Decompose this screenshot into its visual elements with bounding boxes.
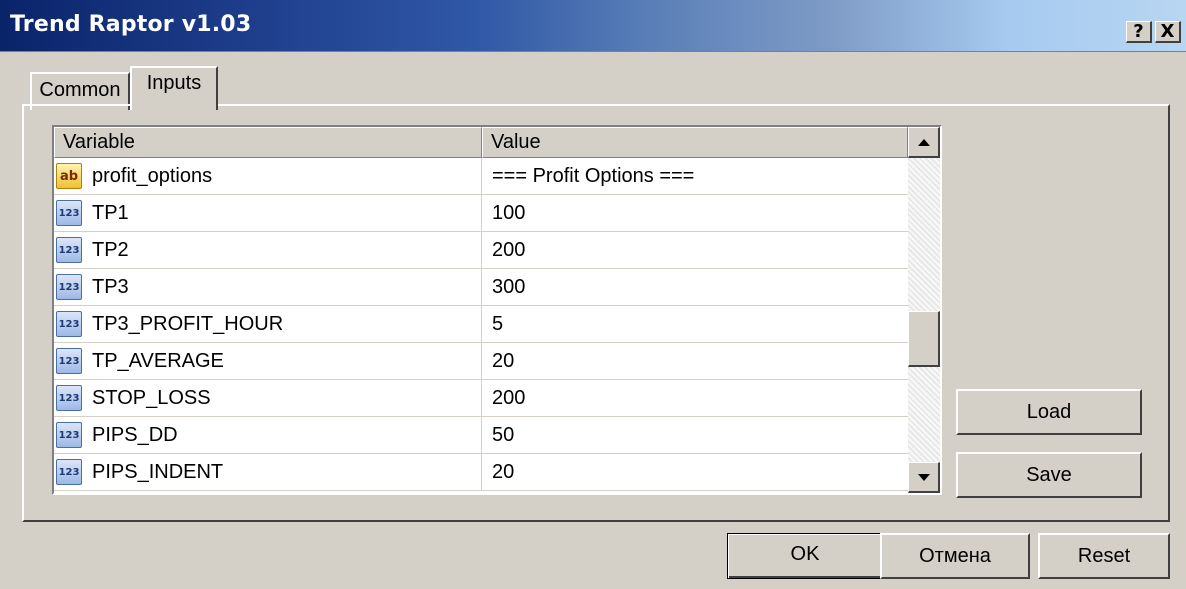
value-cell[interactable]: === Profit Options === [482, 158, 908, 194]
save-button[interactable]: Save [956, 452, 1142, 498]
integer-icon: 123 [56, 422, 82, 448]
value-cell[interactable]: 200 [482, 232, 908, 268]
tab-inputs[interactable]: Inputs [130, 66, 218, 110]
variable-name: TP_AVERAGE [92, 349, 224, 372]
variable-name: TP2 [92, 238, 129, 261]
variable-cell[interactable]: 123 PIPS_DD [54, 417, 482, 453]
variable-name: STOP_LOSS [92, 386, 211, 409]
scroll-thumb[interactable] [908, 311, 940, 367]
variable-cell[interactable]: 123 TP3 [54, 269, 482, 305]
table-row[interactable]: 123 TP2 200 [54, 232, 908, 269]
variable-cell[interactable]: 123 TP3_PROFIT_HOUR [54, 306, 482, 342]
integer-icon: 123 [56, 348, 82, 374]
table-row[interactable]: 123 STOP_LOSS 200 [54, 380, 908, 417]
variable-cell[interactable]: 123 TP2 [54, 232, 482, 268]
integer-icon: 123 [56, 200, 82, 226]
grid-rows: ab profit_options === Profit Options === 12… [54, 158, 908, 491]
variable-cell[interactable]: 123 STOP_LOSS [54, 380, 482, 416]
ok-button[interactable]: OK [727, 533, 883, 579]
cancel-button[interactable]: Отмена [880, 533, 1030, 579]
arrow-up-icon [917, 138, 930, 146]
integer-icon: 123 [56, 274, 82, 300]
variable-name: profit_options [92, 164, 213, 187]
value-cell[interactable]: 5 [482, 306, 908, 342]
column-header-variable[interactable]: Variable [54, 127, 482, 158]
integer-icon: 123 [56, 311, 82, 337]
integer-icon: 123 [56, 459, 82, 485]
value-cell[interactable]: 300 [482, 269, 908, 305]
variable-name: TP3 [92, 275, 129, 298]
variable-cell[interactable]: 123 TP_AVERAGE [54, 343, 482, 379]
reset-button[interactable]: Reset [1038, 533, 1170, 579]
value-cell[interactable]: 50 [482, 417, 908, 453]
string-icon: ab [56, 163, 82, 189]
variable-cell[interactable]: 123 PIPS_INDENT [54, 454, 482, 490]
value-cell[interactable]: 20 [482, 454, 908, 490]
variable-name: TP3_PROFIT_HOUR [92, 312, 284, 335]
title-bar[interactable]: Trend Raptor v1.03 ? X [0, 0, 1186, 52]
close-button[interactable]: X [1155, 21, 1181, 43]
column-header-value[interactable]: Value [482, 127, 908, 158]
value-cell[interactable]: 200 [482, 380, 908, 416]
variable-cell[interactable]: 123 TP1 [54, 195, 482, 231]
scroll-down-button[interactable] [908, 462, 940, 493]
table-row[interactable]: 123 TP1 100 [54, 195, 908, 232]
variable-name: TP1 [92, 201, 129, 224]
variable-cell[interactable]: ab profit_options [54, 158, 482, 194]
table-row[interactable]: 123 PIPS_DD 50 [54, 417, 908, 454]
table-row[interactable]: 123 TP3 300 [54, 269, 908, 306]
load-button[interactable]: Load [956, 389, 1142, 435]
vertical-scrollbar[interactable] [908, 127, 940, 493]
inputs-grid: Variable Value ab profit_options === Profi… [52, 125, 942, 495]
variable-name: PIPS_DD [92, 423, 178, 446]
table-row[interactable]: ab profit_options === Profit Options === [54, 158, 908, 195]
integer-icon: 123 [56, 385, 82, 411]
variable-name: PIPS_INDENT [92, 460, 224, 483]
grid-header: Variable Value [54, 127, 908, 158]
scroll-up-button[interactable] [908, 127, 940, 158]
help-button[interactable]: ? [1126, 21, 1152, 43]
table-row[interactable]: 123 PIPS_INDENT 20 [54, 454, 908, 491]
table-row[interactable]: 123 TP3_PROFIT_HOUR 5 [54, 306, 908, 343]
value-cell[interactable]: 100 [482, 195, 908, 231]
window-title: Trend Raptor v1.03 [10, 12, 252, 37]
value-cell[interactable]: 20 [482, 343, 908, 379]
table-row[interactable]: 123 TP_AVERAGE 20 [54, 343, 908, 380]
arrow-down-icon [917, 473, 930, 481]
integer-icon: 123 [56, 237, 82, 263]
